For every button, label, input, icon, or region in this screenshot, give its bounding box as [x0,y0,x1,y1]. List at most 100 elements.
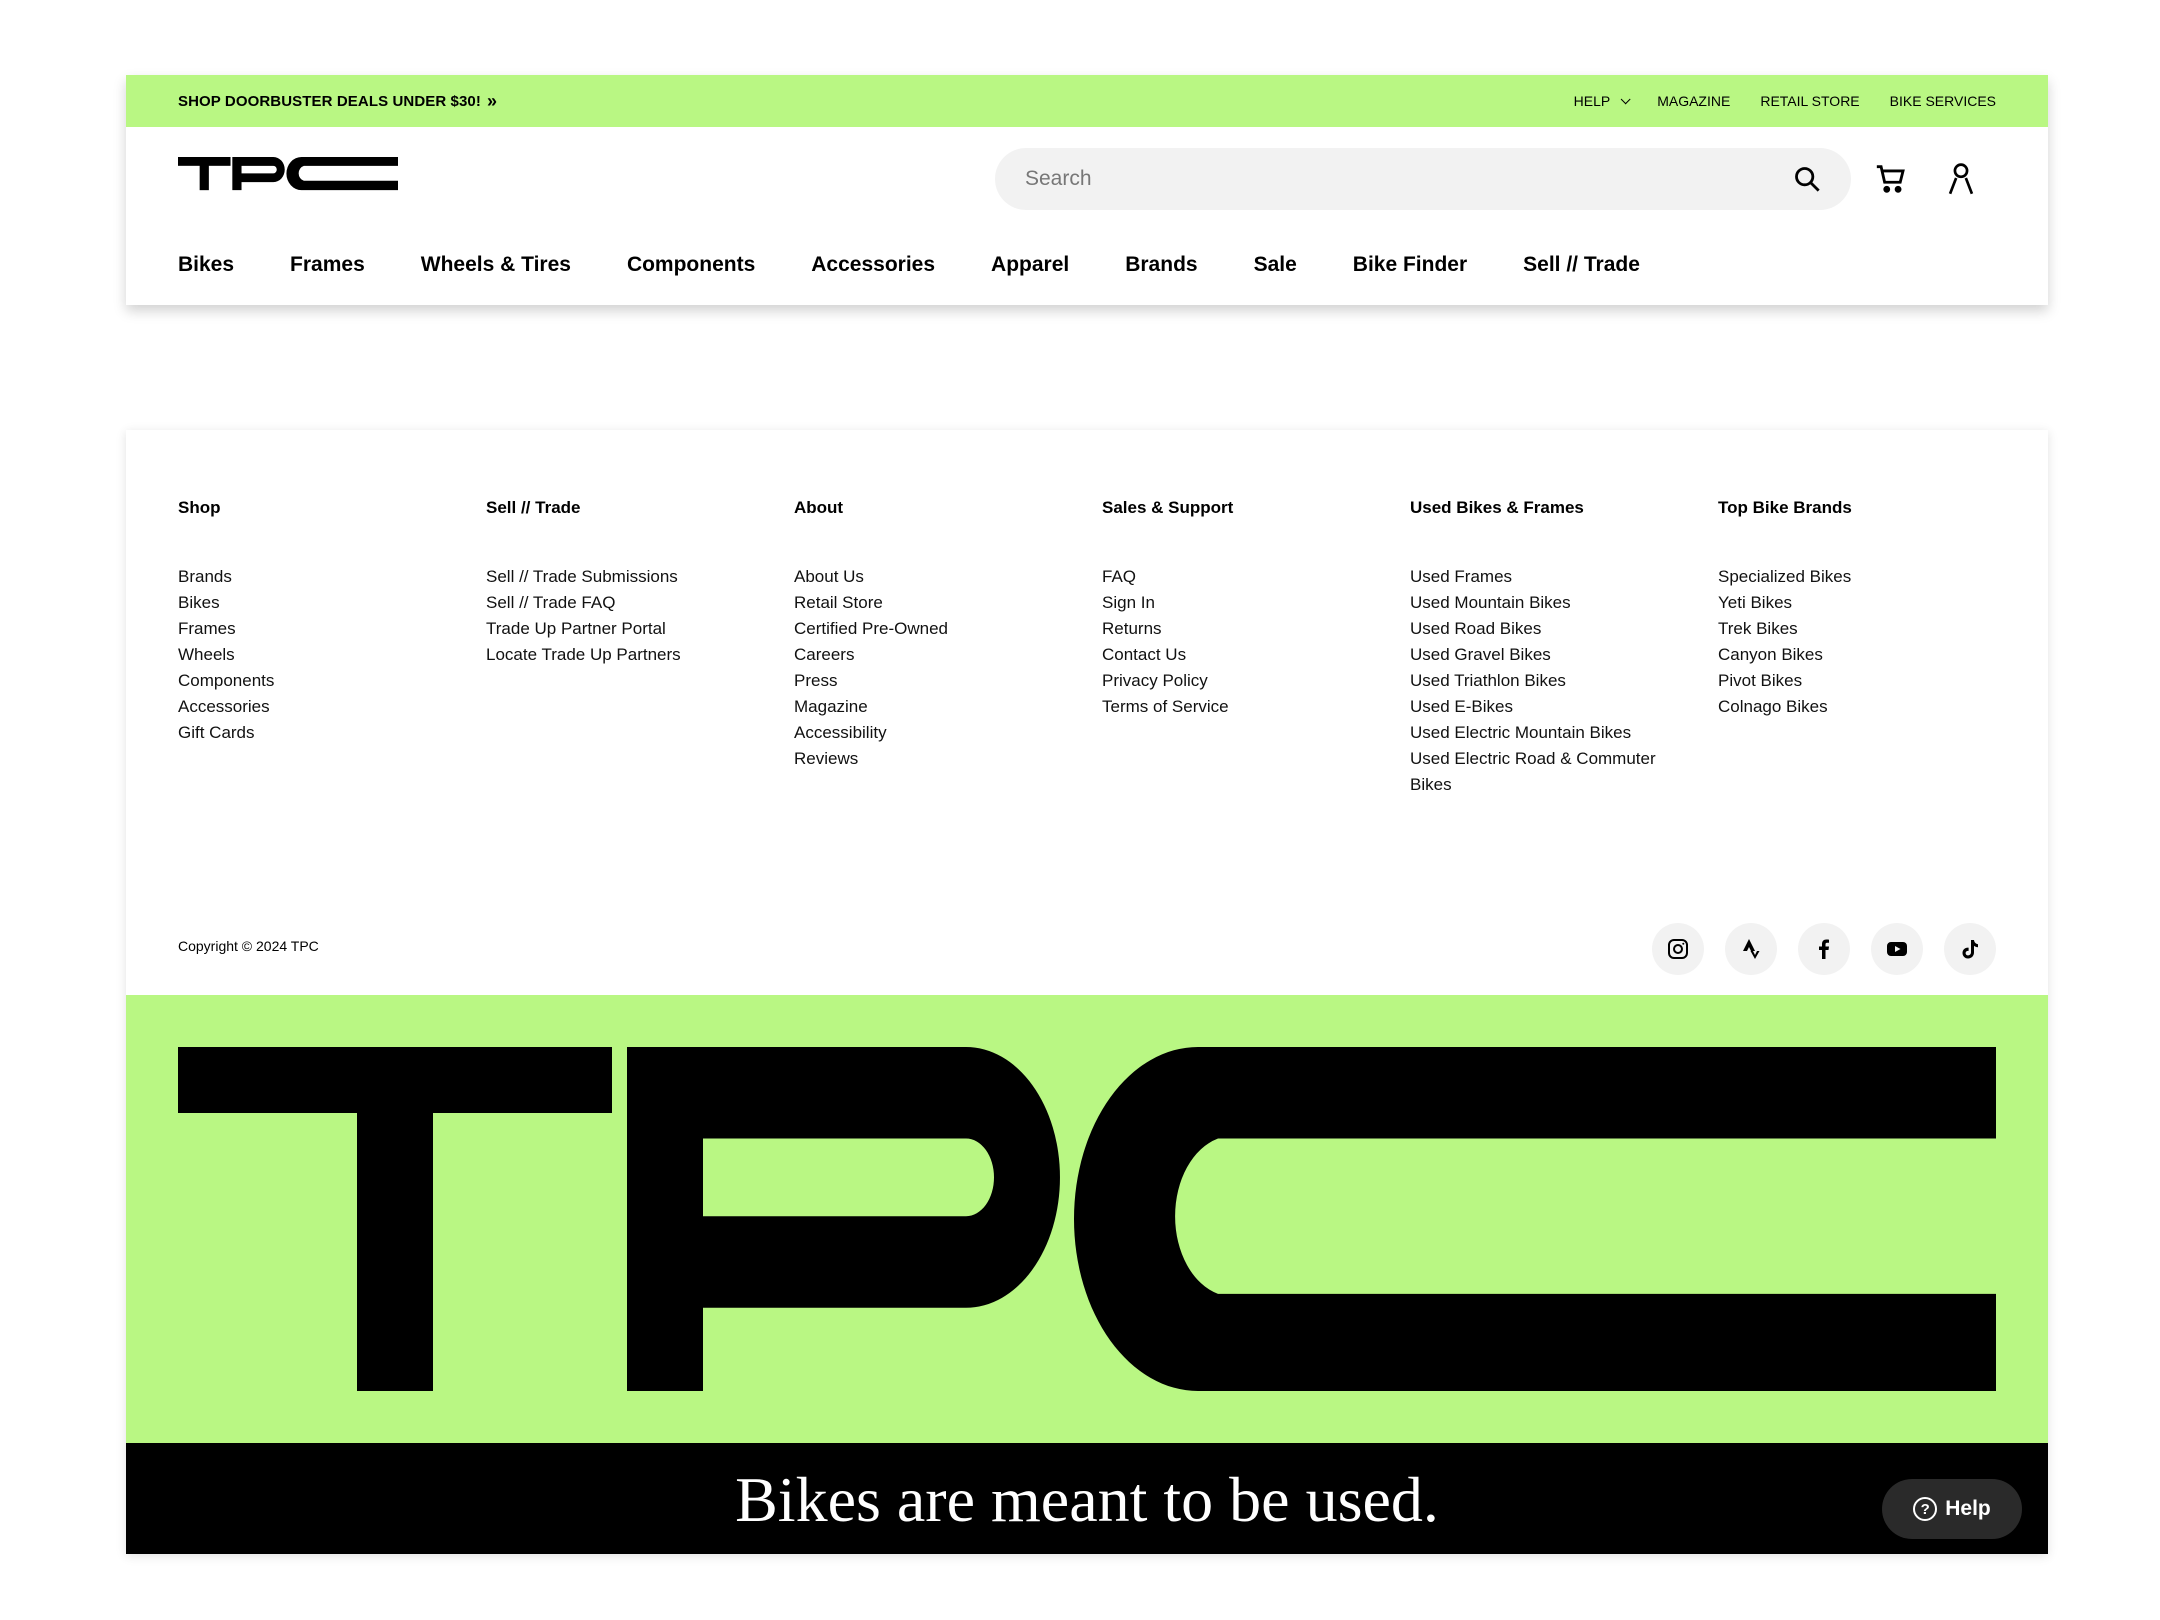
footer-heading: Top Bike Brands [1718,498,1852,517]
util-help-menu[interactable]: HELP [1573,93,1631,109]
footer-link[interactable]: FAQ [1102,564,1410,590]
tpc-logo[interactable] [178,157,398,203]
youtube-link[interactable] [1871,923,1923,975]
footer-link[interactable]: Wheels [178,642,486,668]
big-logo-banner [126,995,2048,1443]
help-question-icon: ? [1913,1497,1938,1521]
footer-link[interactable]: Used Electric Road & Commuter [1410,746,1718,772]
tagline-text: Bikes are meant to be used. [735,1464,1439,1535]
footer-heading: Used Bikes & Frames [1410,498,1584,517]
copyright-text: Copyright © 2024 TPC [178,938,319,954]
social-links [1652,923,1996,975]
site-header: SHOP DOORBUSTER DEALS UNDER $30! » HELP … [126,75,2048,305]
footer-link[interactable]: Magazine [794,694,1102,720]
footer-link[interactable]: Pivot Bikes [1718,668,2026,694]
promo-link[interactable]: SHOP DOORBUSTER DEALS UNDER $30! [178,93,481,110]
strava-icon [1743,939,1760,959]
footer-heading: Sell // Trade [486,498,581,517]
footer-link[interactable]: Certified Pre-Owned [794,616,1102,642]
footer-link[interactable]: Sell // Trade Submissions [486,564,794,590]
footer-link[interactable]: Trek Bikes [1718,616,2026,642]
footer-columns: Shop Brands Bikes Frames Wheels Componen… [178,498,1996,798]
footer-link[interactable]: Returns [1102,616,1410,642]
nav-sell-trade[interactable]: Sell // Trade [1523,253,1640,277]
footer-link[interactable]: Specialized Bikes [1718,564,2026,590]
strava-link[interactable] [1725,923,1777,975]
tiktok-link[interactable] [1944,923,1996,975]
footer-link[interactable]: Contact Us [1102,642,1410,668]
promo-bar: SHOP DOORBUSTER DEALS UNDER $30! » HELP … [126,75,2048,127]
instagram-link[interactable] [1652,923,1704,975]
user-account-icon[interactable] [1946,161,1976,195]
footer-link[interactable]: Accessories [178,694,486,720]
facebook-link[interactable] [1798,923,1850,975]
tiktok-icon [1962,940,1978,959]
nav-wheels-tires[interactable]: Wheels & Tires [421,253,571,277]
footer-link[interactable]: Reviews [794,746,1102,772]
footer-link[interactable]: Used Triathlon Bikes [1410,668,1718,694]
util-retail-store-link[interactable]: RETAIL STORE [1760,93,1859,109]
footer-link[interactable]: Trade Up Partner Portal [486,616,794,642]
footer-link[interactable]: Privacy Policy [1102,668,1410,694]
help-button-label: Help [1945,1497,1991,1520]
nav-frames[interactable]: Frames [290,253,365,277]
footer-col-used-bikes: Used Bikes & Frames Used Frames Used Mou… [1410,498,1718,798]
util-bike-services-link[interactable]: BIKE SERVICES [1890,93,1996,109]
footer-link[interactable]: Used E-Bikes [1410,694,1718,720]
cart-icon[interactable] [1874,161,1908,195]
footer-col-sell-trade: Sell // Trade Sell // Trade Submissions … [486,498,794,798]
footer-link[interactable]: Used Electric Mountain Bikes [1410,720,1718,746]
nav-bike-finder[interactable]: Bike Finder [1353,253,1467,277]
footer-col-sales-support: Sales & Support FAQ Sign In Returns Cont… [1102,498,1410,798]
footer-link[interactable]: Retail Store [794,590,1102,616]
footer-link[interactable]: Used Road Bikes [1410,616,1718,642]
youtube-icon [1887,942,1907,956]
nav-components[interactable]: Components [627,253,755,277]
footer-link[interactable]: Accessibility [794,720,1102,746]
search-icon[interactable] [1793,165,1821,193]
footer-link[interactable]: Brands [178,564,486,590]
footer-link[interactable]: Canyon Bikes [1718,642,2026,668]
util-help-label: HELP [1573,93,1611,109]
utility-nav: HELP MAGAZINE RETAIL STORE BIKE SERVICES [1574,93,1996,109]
tagline-banner: Bikes are meant to be used. ? Help [126,1443,2048,1554]
footer-link[interactable]: Sign In [1102,590,1410,616]
facebook-icon [1819,939,1829,959]
footer-heading: Sales & Support [1102,498,1234,517]
double-arrow-icon: » [486,90,497,111]
footer-col-about: About About Us Retail Store Certified Pr… [794,498,1102,798]
footer-link[interactable]: Locate Trade Up Partners [486,642,794,668]
footer-link[interactable]: Sell // Trade FAQ [486,590,794,616]
main-nav: Bikes Frames Wheels & Tires Components A… [178,253,1696,277]
footer-col-top-brands: Top Bike Brands Specialized Bikes Yeti B… [1718,498,2026,798]
footer-link[interactable]: Careers [794,642,1102,668]
site-footer: Shop Brands Bikes Frames Wheels Componen… [126,430,2048,1554]
nav-accessories[interactable]: Accessories [811,253,935,277]
nav-sale[interactable]: Sale [1254,253,1297,277]
instagram-icon [1668,939,1688,959]
nav-bikes[interactable]: Bikes [178,253,234,277]
footer-link[interactable]: Components [178,668,486,694]
footer-link[interactable]: Used Gravel Bikes [1410,642,1718,668]
footer-link[interactable]: Used Frames [1410,564,1718,590]
footer-link[interactable]: Press [794,668,1102,694]
search-bar [995,148,1851,210]
footer-heading: Shop [178,498,221,517]
footer-link[interactable]: Bikes [1410,772,1718,798]
tpc-wordmark-large [178,1047,1996,1391]
search-input[interactable] [1025,167,1793,191]
footer-link[interactable]: Used Mountain Bikes [1410,590,1718,616]
footer-link[interactable]: Yeti Bikes [1718,590,2026,616]
util-magazine-link[interactable]: MAGAZINE [1657,93,1730,109]
chevron-down-icon [1620,93,1631,104]
help-chat-button[interactable]: ? Help [1882,1479,2022,1539]
footer-link[interactable]: Gift Cards [178,720,486,746]
footer-link[interactable]: About Us [794,564,1102,590]
footer-link[interactable]: Terms of Service [1102,694,1410,720]
footer-link[interactable]: Colnago Bikes [1718,694,2026,720]
nav-brands[interactable]: Brands [1125,253,1197,277]
nav-apparel[interactable]: Apparel [991,253,1069,277]
footer-col-shop: Shop Brands Bikes Frames Wheels Componen… [178,498,486,798]
footer-link[interactable]: Bikes [178,590,486,616]
footer-link[interactable]: Frames [178,616,486,642]
